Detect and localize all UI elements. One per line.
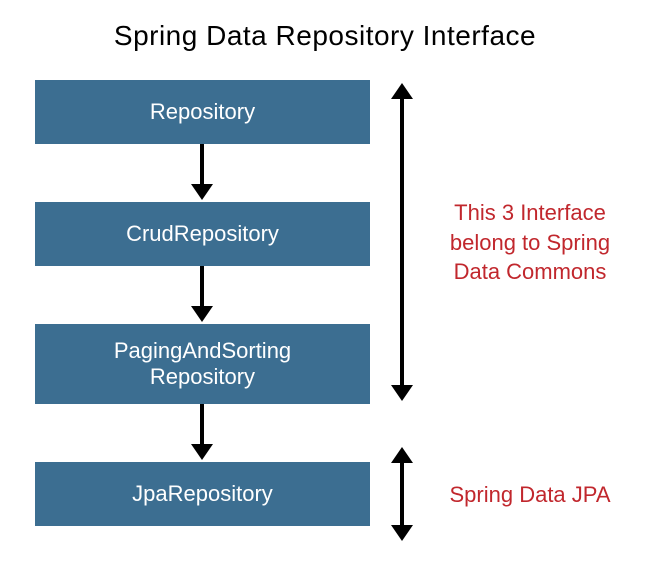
box-jpa-repository: JpaRepository <box>35 462 370 526</box>
annotation-jpa: Spring Data JPA <box>430 480 630 510</box>
box-repository: Repository <box>35 80 370 144</box>
arrow-crud-to-paging <box>200 266 204 308</box>
box-paging-label: PagingAndSorting Repository <box>114 338 291 391</box>
box-crud-label: CrudRepository <box>126 221 279 247</box>
annotation-commons: This 3 Interface belong to Spring Data C… <box>430 198 630 287</box>
box-paging-repository: PagingAndSorting Repository <box>35 324 370 404</box>
arrow-paging-to-jpa <box>200 404 204 446</box>
box-jpa-label: JpaRepository <box>132 481 273 507</box>
bracket-commons <box>400 98 404 386</box>
arrow-repo-to-crud <box>200 144 204 186</box>
box-repository-label: Repository <box>150 99 255 125</box>
diagram-canvas: Repository CrudRepository PagingAndSorti… <box>0 80 650 560</box>
box-paging-label-line2: Repository <box>150 364 255 389</box>
diagram-title: Spring Data Repository Interface <box>0 20 650 52</box>
box-paging-label-line1: PagingAndSorting <box>114 338 291 363</box>
box-crud-repository: CrudRepository <box>35 202 370 266</box>
bracket-jpa <box>400 462 404 526</box>
